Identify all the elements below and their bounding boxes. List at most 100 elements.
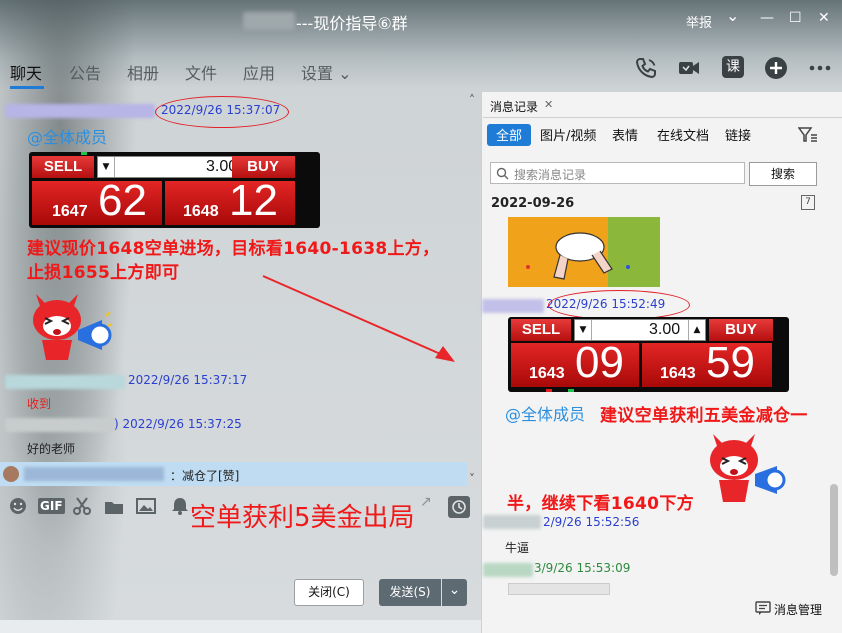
filter-all[interactable]: 全部	[496, 125, 522, 144]
bell-icon[interactable]	[170, 496, 190, 516]
sender-name-redacted	[483, 515, 541, 529]
history-message-text: 牛逼	[505, 541, 530, 555]
annotation-arrow	[262, 275, 455, 362]
cartoon-sticker	[508, 217, 660, 287]
folder-icon[interactable]	[104, 496, 124, 516]
history-timestamp: 2/9/26 15:52:56	[543, 515, 640, 529]
avatar	[3, 466, 19, 482]
sender-name-redacted	[5, 375, 125, 389]
buy-price-pips: 59	[706, 338, 755, 387]
history-advice-text-b: 半，继续下看1640下方	[507, 494, 694, 514]
sell-price-pips: 09	[575, 338, 624, 387]
history-search-input[interactable]: 搜索消息记录	[490, 162, 745, 184]
group-name-redacted	[243, 12, 295, 30]
gif-icon[interactable]: GIF	[38, 498, 65, 514]
highlight-ellipse	[548, 290, 690, 320]
tab-chat[interactable]: 聊天	[10, 60, 42, 84]
tick-indicator	[81, 152, 87, 155]
increase-arrow-icon[interactable]: ▲	[688, 320, 705, 340]
buy-price-base: 1648	[183, 203, 219, 220]
filter-media[interactable]: 图片/视频	[540, 125, 596, 144]
buy-price-base: 1643	[660, 365, 696, 382]
notice-text: ：减仓了[赞]	[170, 469, 240, 483]
tab-album[interactable]: 相册	[127, 60, 159, 84]
tab-apps[interactable]: 应用	[243, 60, 275, 84]
message-text: 好的老师	[27, 442, 76, 456]
maximize-icon[interactable]: ☐	[789, 10, 802, 26]
sell-button[interactable]: SELL	[511, 319, 571, 341]
sender-name-redacted	[5, 418, 115, 432]
sell-price-pips: 62	[98, 176, 147, 225]
decrease-arrow-icon[interactable]: ▼	[98, 157, 115, 177]
mention-all[interactable]: @全体成员	[27, 124, 107, 148]
filter-links[interactable]: 链接	[725, 125, 751, 144]
close-button[interactable]: 关闭(C)	[294, 579, 364, 606]
sender-name-redacted	[482, 299, 544, 313]
tab-files[interactable]: 文件	[185, 60, 217, 84]
emoji-icon[interactable]	[8, 496, 28, 516]
title-bar: ---现价指导⑥群 举报 ⌄ — ☐ ✕	[0, 0, 842, 42]
search-icon	[496, 167, 509, 180]
sender-name-redacted	[483, 563, 533, 577]
tick-indicator	[568, 389, 574, 392]
trading-widget: SELL ▼ 3.00 ▲ BUY 1647 62 1648 12	[29, 152, 320, 228]
expand-icon[interactable]: ↗	[420, 494, 432, 510]
close-history-icon[interactable]: ✕	[544, 98, 553, 111]
window-title: ---现价指导⑥群	[296, 14, 408, 33]
trade-advice-line1: 建议现价1648空单进场，目标看1640-1638上方，	[27, 239, 440, 259]
filter-icon[interactable]	[798, 126, 818, 144]
add-icon[interactable]	[764, 56, 788, 80]
message-timestamp: 2022/9/26 15:37:17	[128, 373, 248, 387]
scroll-down-icon[interactable]: ˅	[469, 472, 475, 486]
more-icon[interactable]	[808, 56, 832, 80]
message-manage-icon[interactable]	[755, 601, 771, 615]
sell-price: 1643 09	[511, 338, 639, 387]
history-icon[interactable]	[448, 496, 470, 518]
tab-announcement[interactable]: 公告	[69, 60, 101, 84]
scissors-icon[interactable]	[72, 496, 92, 516]
filter-docs[interactable]: 在线文档	[657, 125, 709, 144]
tick-indicator	[546, 389, 552, 392]
tab-settings[interactable]: 设置 ⌄	[301, 60, 352, 84]
image-icon[interactable]	[136, 496, 156, 516]
chevron-down-icon[interactable]: ⌄	[726, 6, 739, 25]
close-icon[interactable]: ✕	[818, 10, 830, 26]
send-options-chevron-icon[interactable]: ⌄	[442, 579, 467, 606]
trading-widget: SELL ▼ 3.00 ▲ BUY 1643 09 1643 59	[508, 317, 789, 392]
message-text: 收到	[27, 397, 52, 411]
trade-advice-line2: 止损1655上方即可	[27, 263, 180, 283]
calendar-icon[interactable]: 7	[801, 195, 815, 210]
sell-price: 1647 62	[32, 176, 162, 225]
send-button[interactable]: 发送(S)	[379, 579, 441, 606]
sender-name-redacted	[24, 467, 164, 481]
history-scrollbar[interactable]	[830, 484, 838, 576]
sell-button[interactable]: SELL	[32, 156, 94, 178]
decrease-arrow-icon[interactable]: ▼	[575, 320, 592, 340]
phone-icon[interactable]	[634, 56, 658, 80]
sell-price-base: 1643	[529, 365, 565, 382]
highlight-ellipse	[155, 96, 289, 128]
mention-all[interactable]: @全体成员	[505, 401, 585, 425]
reply-notice-bar[interactable]: ：减仓了[赞]	[0, 462, 467, 486]
buy-label[interactable]: BUY	[232, 156, 294, 178]
report-link[interactable]: 举报	[686, 12, 712, 31]
sell-price-base: 1647	[52, 203, 88, 220]
status-strip	[0, 620, 481, 633]
quantity-value: 3.00	[649, 321, 681, 338]
history-tab-label[interactable]: 消息记录	[490, 98, 538, 115]
overlay-annotation: 空单获利5美金出局	[190, 503, 415, 533]
buy-price: 1648 12	[165, 176, 295, 225]
video-icon[interactable]	[677, 56, 701, 80]
minimize-icon[interactable]: —	[760, 10, 774, 26]
buy-price: 1643 59	[642, 338, 772, 387]
active-tab-indicator	[10, 86, 44, 89]
divider	[483, 117, 842, 118]
message-manage-link[interactable]: 消息管理	[774, 601, 822, 618]
filter-stickers[interactable]: 表情	[612, 125, 638, 144]
fox-sticker	[33, 294, 112, 360]
scroll-up-icon[interactable]: ˄	[469, 93, 475, 107]
search-button[interactable]: 搜索	[749, 162, 817, 186]
history-date: 2022-09-26	[491, 196, 575, 211]
class-icon[interactable]: 课	[722, 56, 744, 78]
message-timestamp: ) 2022/9/26 15:37:25	[114, 417, 242, 431]
